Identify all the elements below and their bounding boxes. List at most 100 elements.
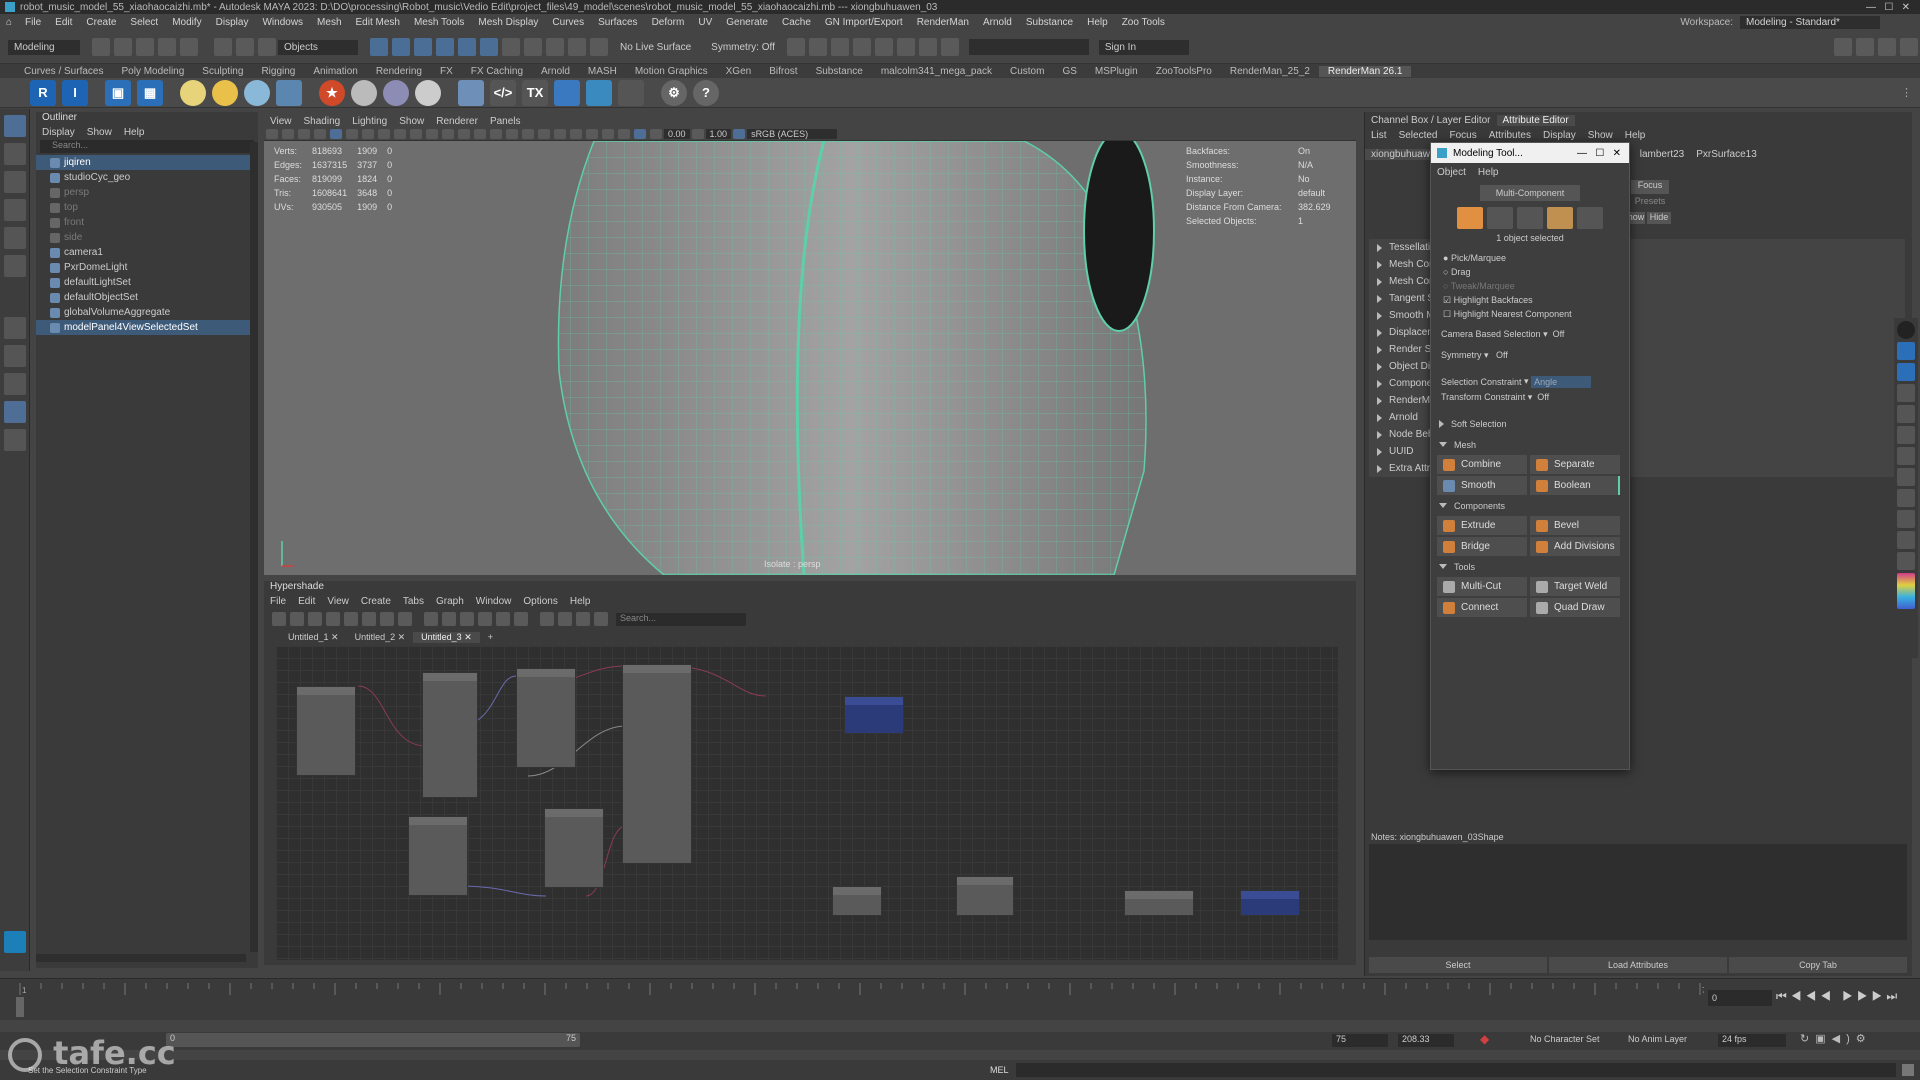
attr-menu-display[interactable]: Display bbox=[1537, 130, 1582, 141]
pause-icon[interactable] bbox=[896, 38, 915, 56]
exposure-field[interactable]: 0.00 bbox=[664, 128, 690, 139]
tab-channel-box[interactable]: Channel Box / Layer Editor bbox=[1365, 115, 1497, 126]
lights-icon[interactable] bbox=[522, 128, 534, 139]
shelf-tab-zootoolspro[interactable]: ZooToolsPro bbox=[1147, 66, 1221, 77]
anim-layer-select[interactable]: No Anim Layer bbox=[1628, 1034, 1687, 1044]
trash-icon[interactable] bbox=[1897, 489, 1915, 507]
eraser-icon[interactable] bbox=[1897, 426, 1915, 444]
viewport-menu-renderer[interactable]: Renderer bbox=[430, 116, 484, 127]
remove-selected-icon[interactable] bbox=[362, 612, 376, 626]
shelf-tab-arnold[interactable]: Arnold bbox=[532, 66, 579, 77]
brush-icon[interactable] bbox=[1897, 384, 1915, 402]
add-graph-tab-button[interactable]: + bbox=[480, 632, 501, 642]
film-gate-icon[interactable] bbox=[362, 128, 374, 139]
attr-menu-help[interactable]: Help bbox=[1619, 130, 1652, 141]
graph-tab-2[interactable]: Untitled_2 ✕ bbox=[347, 632, 414, 643]
menu-substance[interactable]: Substance bbox=[1019, 17, 1080, 28]
perspective-graph-icon[interactable] bbox=[3, 401, 26, 423]
bookmarks-icon[interactable] bbox=[594, 612, 608, 626]
node-editor-canvas[interactable] bbox=[276, 646, 1338, 960]
camera-based-selection-row[interactable]: Camera Based Selection ▾ Off bbox=[1441, 329, 1629, 350]
new-scene-icon[interactable] bbox=[92, 38, 110, 56]
zoom-icon[interactable] bbox=[496, 612, 510, 626]
output-ops-icon[interactable] bbox=[568, 38, 586, 56]
input-line-field[interactable] bbox=[968, 39, 1089, 55]
hypershade-menu-tabs[interactable]: Tabs bbox=[397, 596, 430, 607]
graph-tab-1[interactable]: Untitled_1 ✕ bbox=[280, 632, 347, 643]
xray-joints-icon[interactable] bbox=[634, 128, 646, 139]
hypershade-node[interactable] bbox=[544, 808, 604, 888]
time-slider-ruler[interactable]: 1 75 bbox=[14, 979, 1704, 1021]
highlight-backfaces-checkbox[interactable]: ☑ Highlight Backfaces bbox=[1443, 295, 1629, 309]
snap-grid-icon[interactable] bbox=[370, 38, 388, 56]
viewport-menu-shading[interactable]: Shading bbox=[298, 116, 347, 127]
select-button[interactable]: Select bbox=[1369, 957, 1547, 973]
hypershade-menu-window[interactable]: Window bbox=[470, 596, 518, 607]
clear-graph-icon[interactable] bbox=[326, 612, 340, 626]
menu-arnold[interactable]: Arnold bbox=[976, 17, 1019, 28]
outliner-menu-display[interactable]: Display bbox=[36, 127, 81, 138]
four-view-icon[interactable] bbox=[3, 345, 26, 367]
hide-button[interactable]: Hide bbox=[1647, 212, 1671, 224]
search-icon[interactable] bbox=[3, 429, 26, 451]
outliner-vscroll[interactable] bbox=[250, 142, 258, 952]
graph-input-output-icon[interactable] bbox=[290, 612, 304, 626]
selection-constraint-field[interactable]: Angle bbox=[1531, 375, 1592, 388]
camera-icon[interactable] bbox=[1897, 531, 1915, 549]
outliner-item[interactable]: modelPanel4ViewSelectedSet bbox=[36, 320, 258, 335]
vertex-mode-icon[interactable] bbox=[1487, 207, 1513, 229]
shelf-tab-sculpting[interactable]: Sculpting bbox=[193, 66, 252, 77]
outliner-item[interactable]: top bbox=[36, 200, 258, 215]
fps-select[interactable]: 24 fps bbox=[1718, 1034, 1786, 1047]
shelf-tab-bifrost[interactable]: Bifrost bbox=[760, 66, 806, 77]
hypershade-menu-file[interactable]: File bbox=[264, 596, 292, 607]
lock-icon[interactable] bbox=[502, 38, 520, 56]
boolean-button[interactable]: Boolean bbox=[1530, 476, 1620, 495]
renderman-image-icon[interactable] bbox=[586, 79, 612, 106]
renderman-script-icon[interactable]: </> bbox=[490, 79, 516, 106]
add-selected-icon[interactable] bbox=[344, 612, 358, 626]
make-live-icon[interactable] bbox=[480, 38, 498, 56]
isolate-select-icon[interactable] bbox=[618, 128, 630, 139]
home-icon[interactable]: ⌂ bbox=[0, 17, 18, 28]
motion-blur-icon[interactable] bbox=[570, 128, 582, 139]
depth-of-field-icon[interactable] bbox=[602, 128, 614, 139]
hypershade-node[interactable] bbox=[408, 816, 468, 896]
pen-icon[interactable] bbox=[1897, 405, 1915, 423]
select-arrow-icon[interactable] bbox=[1897, 363, 1915, 381]
bridge-button[interactable]: Bridge bbox=[1437, 537, 1527, 556]
image-plane-icon[interactable] bbox=[314, 128, 326, 139]
renderman-render-icon[interactable]: R bbox=[30, 79, 56, 106]
renderman-ipr-icon[interactable]: I bbox=[62, 79, 88, 106]
renderman-env-light-icon[interactable] bbox=[244, 79, 270, 106]
current-frame-field[interactable]: 0 bbox=[1708, 990, 1772, 1006]
color-palette-icon[interactable] bbox=[1897, 573, 1915, 609]
load-attributes-button[interactable]: Load Attributes bbox=[1549, 957, 1727, 973]
edge-mode-icon[interactable] bbox=[1517, 207, 1543, 229]
symmetry-row[interactable]: Symmetry ▾ Off bbox=[1441, 350, 1629, 371]
menu-windows[interactable]: Windows bbox=[255, 17, 310, 28]
hypershade-node[interactable] bbox=[956, 876, 1014, 916]
default-material-icon[interactable] bbox=[474, 128, 486, 139]
soft-selection-section[interactable]: Soft Selection bbox=[1431, 415, 1629, 432]
node-tab-lambert[interactable]: lambert23 bbox=[1634, 149, 1690, 160]
attr-menu-list[interactable]: List bbox=[1365, 130, 1393, 141]
transform-constraint-row[interactable]: Transform Constraint ▾ Off bbox=[1441, 392, 1629, 413]
highlight-nearest-checkbox[interactable]: ☐ Highlight Nearest Component bbox=[1443, 309, 1629, 323]
command-line-input[interactable] bbox=[1016, 1063, 1896, 1077]
eye-icon[interactable] bbox=[1897, 342, 1915, 360]
rearrange-graph-icon[interactable] bbox=[380, 612, 394, 626]
mesh-section[interactable]: Mesh bbox=[1431, 436, 1629, 453]
renderman-geometry-icon[interactable] bbox=[458, 79, 484, 106]
window-controls[interactable]: — ☐ ✕ bbox=[1856, 2, 1920, 13]
menu-curves[interactable]: Curves bbox=[545, 17, 591, 28]
snap-curve-icon[interactable] bbox=[392, 38, 410, 56]
loop-sound-prefs-icons[interactable]: ↻▣◀)⚙ bbox=[1800, 1032, 1872, 1045]
hypershade-node[interactable] bbox=[1240, 890, 1300, 916]
shelf-tab-custom[interactable]: Custom bbox=[1001, 66, 1053, 77]
xray-icon[interactable] bbox=[490, 128, 502, 139]
outliner-item[interactable]: PxrDomeLight bbox=[36, 260, 258, 275]
graph-output-connections-icon[interactable] bbox=[308, 612, 322, 626]
shelf-tab-msplugin[interactable]: MSPlugin bbox=[1086, 66, 1147, 77]
undo-icon[interactable] bbox=[1897, 468, 1915, 486]
